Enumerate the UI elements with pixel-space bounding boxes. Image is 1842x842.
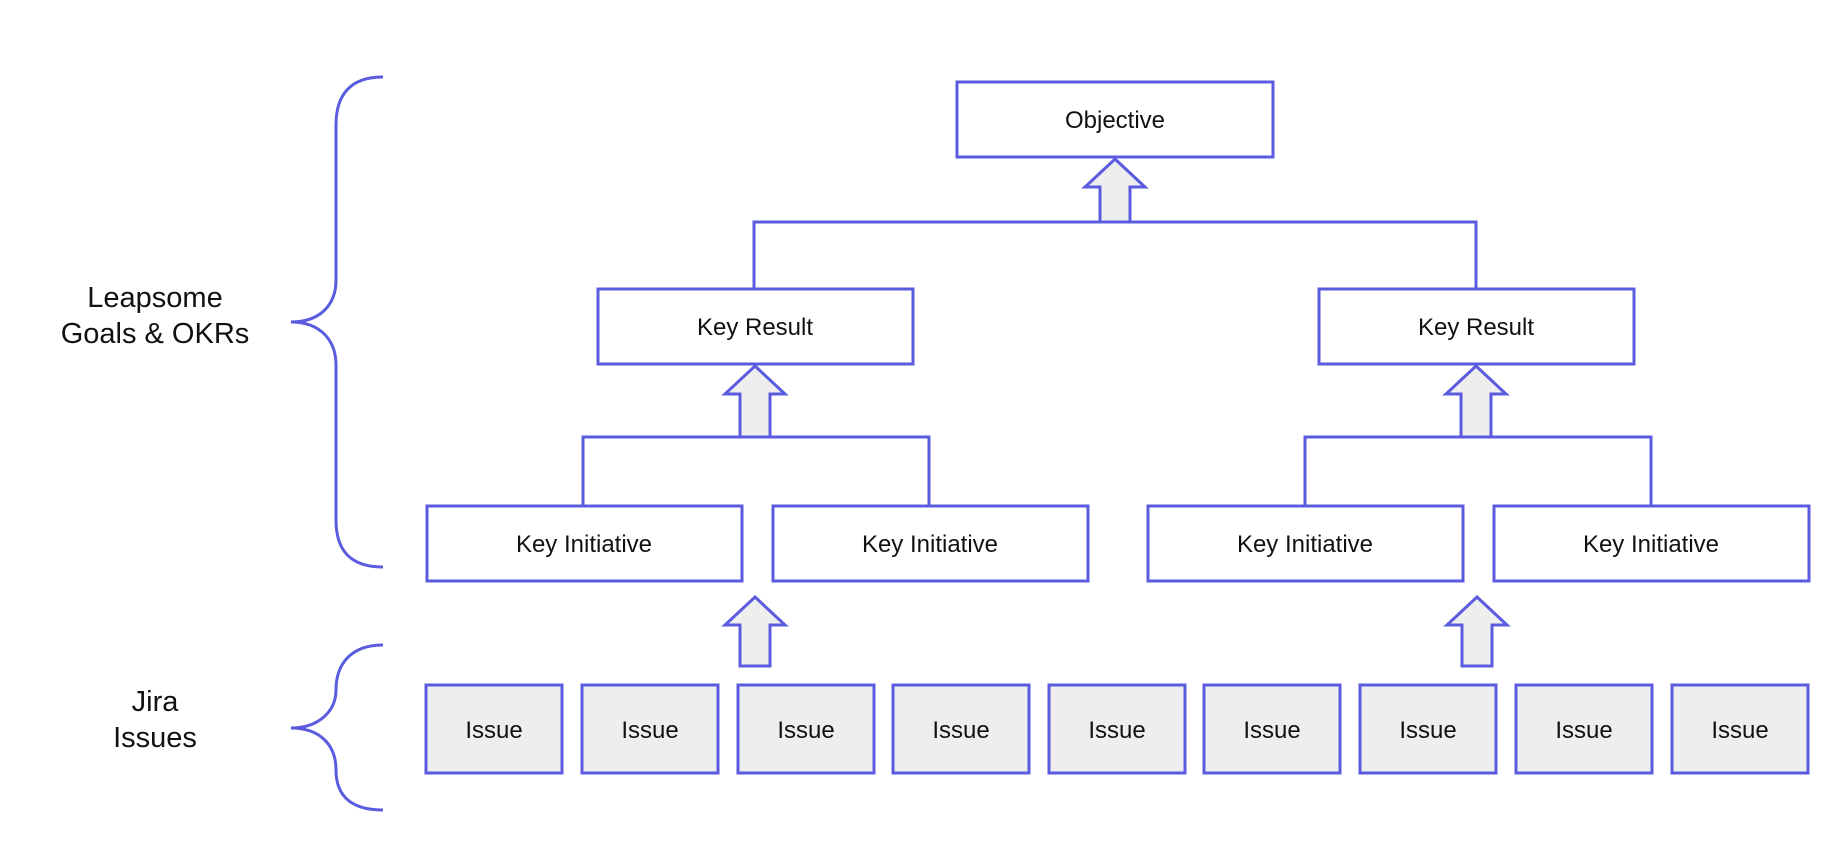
okr-hierarchy-diagram: Leapsome Goals & OKRs Jira Issues Object…	[61, 75, 1811, 812]
objective-connector	[752, 220, 1478, 288]
issue-node[interactable]: Issue	[1514, 683, 1654, 775]
okr-group-brace	[290, 75, 384, 569]
key-result-label: Key Result	[697, 314, 813, 341]
issue-node[interactable]: Issue	[891, 683, 1031, 775]
issue-node[interactable]: Issue	[1358, 683, 1498, 775]
issue-node[interactable]: Issue	[1202, 683, 1342, 775]
key-initiative-label: Key Initiative	[1583, 531, 1719, 558]
key-initiative-label: Key Initiative	[862, 531, 998, 558]
up-arrow-icon	[721, 363, 789, 439]
key-initiative-label: Key Initiative	[1237, 531, 1373, 558]
okr-group-label-line2: Goals & OKRs	[61, 318, 250, 350]
objective-node[interactable]: Objective	[955, 80, 1275, 159]
issue-node[interactable]: Issue	[736, 683, 876, 775]
key-result-node[interactable]: Key Result	[596, 287, 915, 366]
objective-label: Objective	[1065, 107, 1165, 134]
key-result-node[interactable]: Key Result	[1317, 287, 1636, 366]
issue-label: Issue	[1555, 717, 1612, 744]
issue-label: Issue	[621, 717, 678, 744]
up-arrow-icon	[1081, 156, 1149, 224]
issue-label: Issue	[932, 717, 989, 744]
issue-node[interactable]: Issue	[424, 683, 564, 775]
issue-node[interactable]: Issue	[1670, 683, 1810, 775]
key-initiative-node[interactable]: Key Initiative	[771, 504, 1090, 583]
issue-label: Issue	[1243, 717, 1300, 744]
up-arrow-icon	[721, 594, 789, 668]
jira-group-brace	[290, 643, 384, 812]
jira-group-label-line1: Jira	[132, 686, 180, 718]
key-initiative-node[interactable]: Key Initiative	[425, 504, 744, 583]
issue-node[interactable]: Issue	[1047, 683, 1187, 775]
issue-label: Issue	[465, 717, 522, 744]
arrows	[721, 156, 1511, 668]
key-result-2-connector	[1303, 435, 1653, 506]
key-result-label: Key Result	[1418, 314, 1534, 341]
issue-label: Issue	[777, 717, 834, 744]
key-result-1-connector	[581, 435, 931, 506]
key-initiative-node[interactable]: Key Initiative	[1492, 504, 1811, 583]
okr-group-label-line1: Leapsome	[87, 282, 222, 314]
key-initiative-node[interactable]: Key Initiative	[1146, 504, 1465, 583]
issue-label: Issue	[1711, 717, 1768, 744]
issue-label: Issue	[1088, 717, 1145, 744]
issue-node[interactable]: Issue	[580, 683, 720, 775]
up-arrow-icon	[1442, 363, 1510, 439]
jira-group-label-line2: Issues	[113, 722, 197, 754]
key-initiative-label: Key Initiative	[516, 531, 652, 558]
issue-label: Issue	[1399, 717, 1456, 744]
up-arrow-icon	[1443, 594, 1511, 668]
